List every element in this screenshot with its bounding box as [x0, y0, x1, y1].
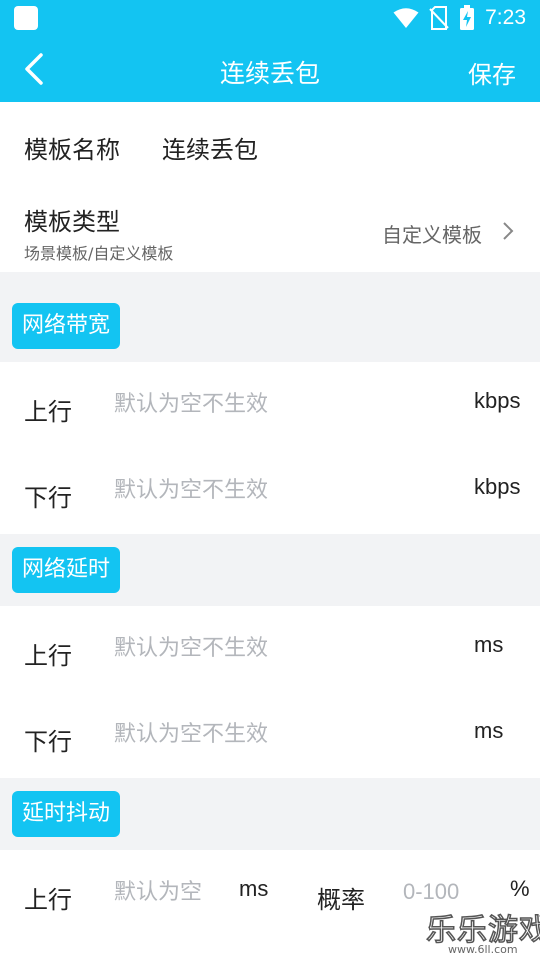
template-name-value[interactable]: 连续丢包	[162, 130, 258, 165]
app-bar: 连续丢包 保存	[0, 36, 540, 102]
latency-down-label: 下行	[24, 728, 72, 756]
back-arrow-icon[interactable]	[18, 51, 54, 87]
jitter-up-unit: ms	[239, 876, 269, 901]
battery-charging-icon	[460, 5, 475, 30]
template-type-hint: 场景模板/自定义模板	[24, 244, 174, 263]
template-info-card: 模板名称 连续丢包 模板类型 场景模板/自定义模板 自定义模板	[0, 102, 540, 272]
jitter-probability-unit: %	[510, 876, 530, 901]
latency-down-unit: ms	[474, 718, 504, 743]
bandwidth-up-unit: kbps	[474, 388, 521, 413]
watermark-url: www.6ll.com	[448, 943, 518, 956]
template-type-label: 模板类型	[24, 208, 120, 236]
section-latency-title: 网络延时	[12, 547, 121, 593]
bandwidth-up-label: 上行	[24, 398, 72, 426]
template-name-label: 模板名称	[24, 136, 120, 164]
save-button[interactable]: 保存	[468, 55, 516, 90]
latency-up-unit: ms	[474, 632, 504, 657]
bandwidth-down-label: 下行	[24, 484, 72, 512]
section-bandwidth-title: 网络带宽	[12, 303, 121, 349]
chevron-right-icon[interactable]	[500, 219, 516, 243]
status-icons: 7:23	[393, 4, 526, 32]
jitter-up-input[interactable]	[114, 872, 230, 912]
bandwidth-down-input[interactable]	[114, 470, 454, 510]
latency-down-input[interactable]	[114, 714, 454, 754]
wifi-icon	[393, 8, 419, 28]
jitter-up-label: 上行	[24, 886, 72, 914]
template-type-value[interactable]: 自定义模板	[382, 219, 482, 248]
section-jitter-title: 延时抖动	[12, 791, 121, 837]
watermark-logo: 乐乐游戏 www.6ll.com	[418, 905, 540, 960]
page-title: 连续丢包	[219, 59, 320, 88]
app-notification-icon	[14, 6, 38, 30]
status-time: 7:23	[485, 6, 526, 29]
latency-up-label: 上行	[24, 642, 72, 670]
status-bar: 7:23	[0, 0, 540, 36]
latency-up-input[interactable]	[114, 628, 454, 668]
jitter-probability-label: 概率	[317, 886, 365, 914]
bandwidth-card: 上行 kbps 下行 kbps	[0, 362, 540, 534]
latency-card: 上行 ms 下行 ms	[0, 606, 540, 778]
bandwidth-up-input[interactable]	[114, 384, 454, 424]
no-sim-icon	[429, 6, 449, 30]
bandwidth-down-unit: kbps	[474, 474, 521, 499]
